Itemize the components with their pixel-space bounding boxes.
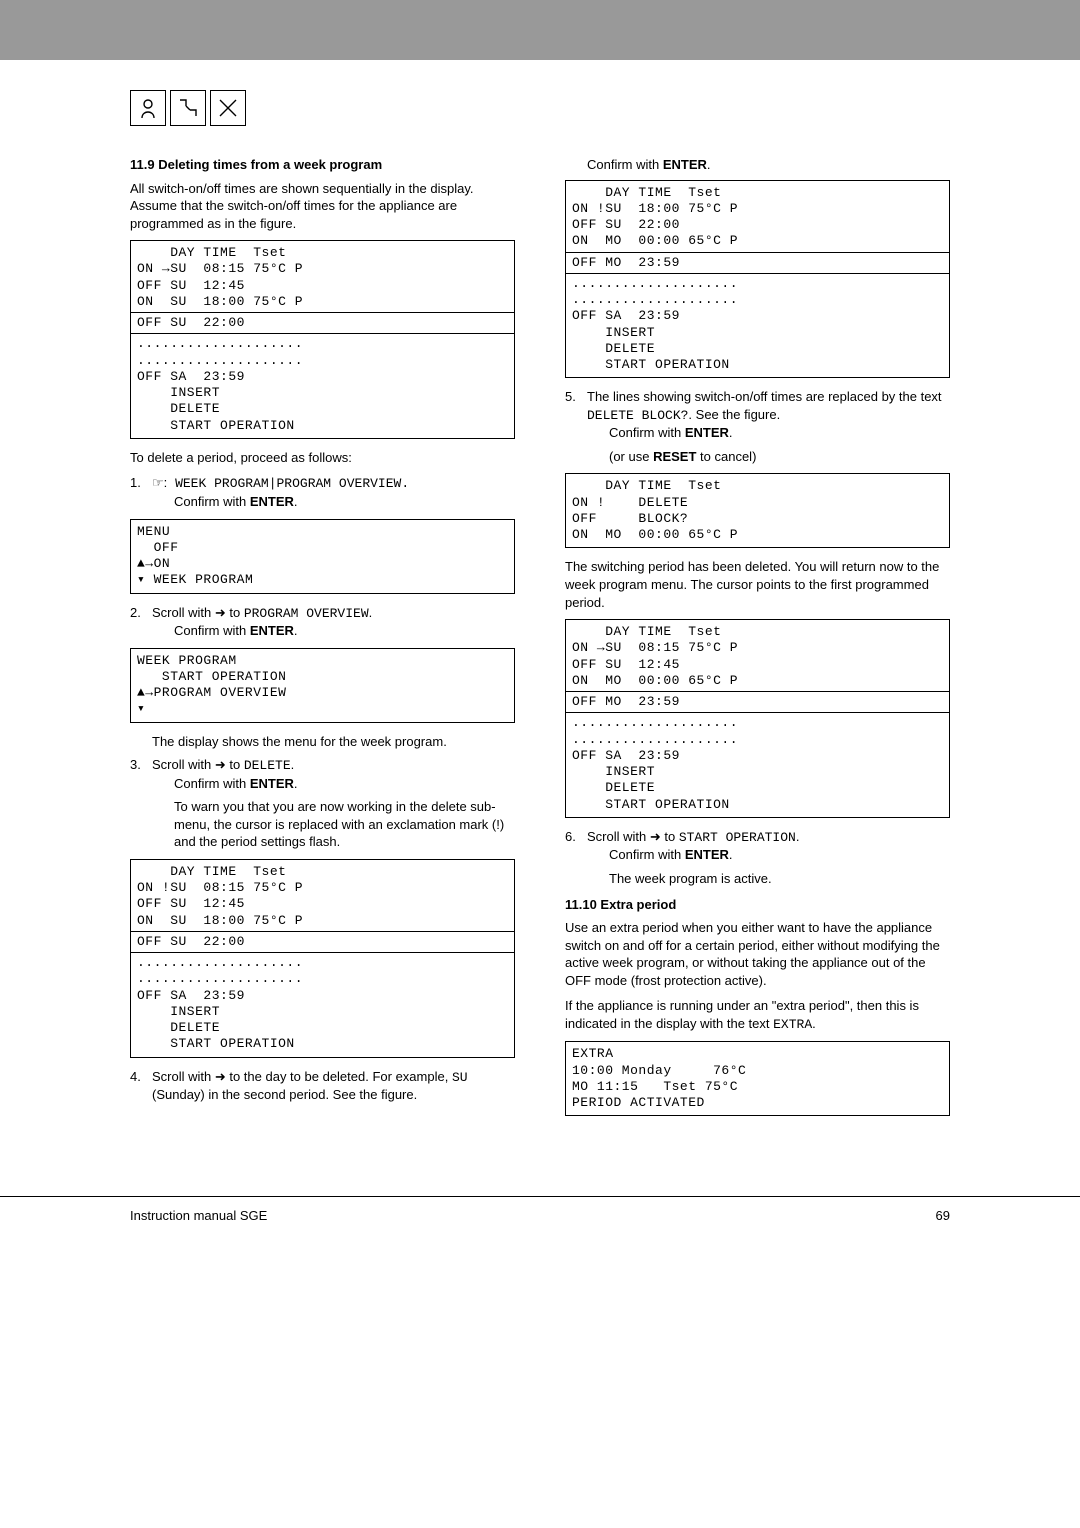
confirm-top: Confirm with ENTER. — [587, 156, 950, 174]
step-4: 4. Scroll with ➜ to the day to be delete… — [130, 1068, 515, 1104]
icon-row — [130, 90, 950, 126]
page-content: 11.9 Deleting times from a week program … — [0, 60, 1080, 1156]
lcd-1: DAY TIME Tset ON →SU 08:15 75°C P OFF SU… — [130, 240, 515, 439]
footer-title: Instruction manual SGE — [130, 1207, 267, 1225]
step-1: 1. ☞: WEEK PROGRAM|PROGRAM OVERVIEW. Con… — [130, 474, 515, 510]
page-footer: Instruction manual SGE 69 — [0, 1196, 1080, 1255]
lcd-3: WEEK PROGRAM START OPERATION ▲→PROGRAM O… — [130, 648, 515, 723]
lcd-8: EXTRA 10:00 Monday 76°C MO 11:15 Tset 75… — [565, 1041, 950, 1116]
left-column: 11.9 Deleting times from a week program … — [130, 156, 515, 1126]
lcd-4: DAY TIME Tset ON !SU 08:15 75°C P OFF SU… — [130, 859, 515, 1058]
footer-page-number: 69 — [936, 1207, 950, 1225]
step-5: 5. The lines showing switch-on/off times… — [565, 388, 950, 465]
right-column: Confirm with ENTER. DAY TIME Tset ON !SU… — [565, 156, 950, 1126]
header-bar — [0, 0, 1080, 60]
section-heading-11-9: 11.9 Deleting times from a week program — [130, 156, 515, 174]
piping-icon — [170, 90, 206, 126]
delete-intro: To delete a period, proceed as follows: — [130, 449, 515, 467]
lcd-7: DAY TIME Tset ON →SU 08:15 75°C P OFF SU… — [565, 619, 950, 818]
lcd-2: MENU OFF ▲→ON ▾ WEEK PROGRAM — [130, 519, 515, 594]
step-6: 6. Scroll with ➜ to START OPERATION. Con… — [565, 828, 950, 888]
extra-p2: If the appliance is running under an "ex… — [565, 997, 950, 1033]
extra-p1: Use an extra period when you either want… — [565, 919, 950, 989]
lcd-5: DAY TIME Tset ON !SU 18:00 75°C P OFF SU… — [565, 180, 950, 379]
intro-text: All switch-on/off times are shown sequen… — [130, 180, 515, 233]
step-2: 2. Scroll with ➜ to PROGRAM OVERVIEW. Co… — [130, 604, 515, 640]
menu-icon: ☞: — [152, 475, 167, 490]
user-icon — [130, 90, 166, 126]
step-3: 3. Scroll with ➜ to DELETE. Confirm with… — [130, 756, 515, 851]
step2-desc: The display shows the menu for the week … — [152, 733, 515, 751]
lcd-6: DAY TIME Tset ON ! DELETE OFF BLOCK? ON … — [565, 473, 950, 548]
section-heading-11-10: 11.10 Extra period — [565, 896, 950, 914]
cross-icon — [210, 90, 246, 126]
after-delete-text: The switching period has been deleted. Y… — [565, 558, 950, 611]
